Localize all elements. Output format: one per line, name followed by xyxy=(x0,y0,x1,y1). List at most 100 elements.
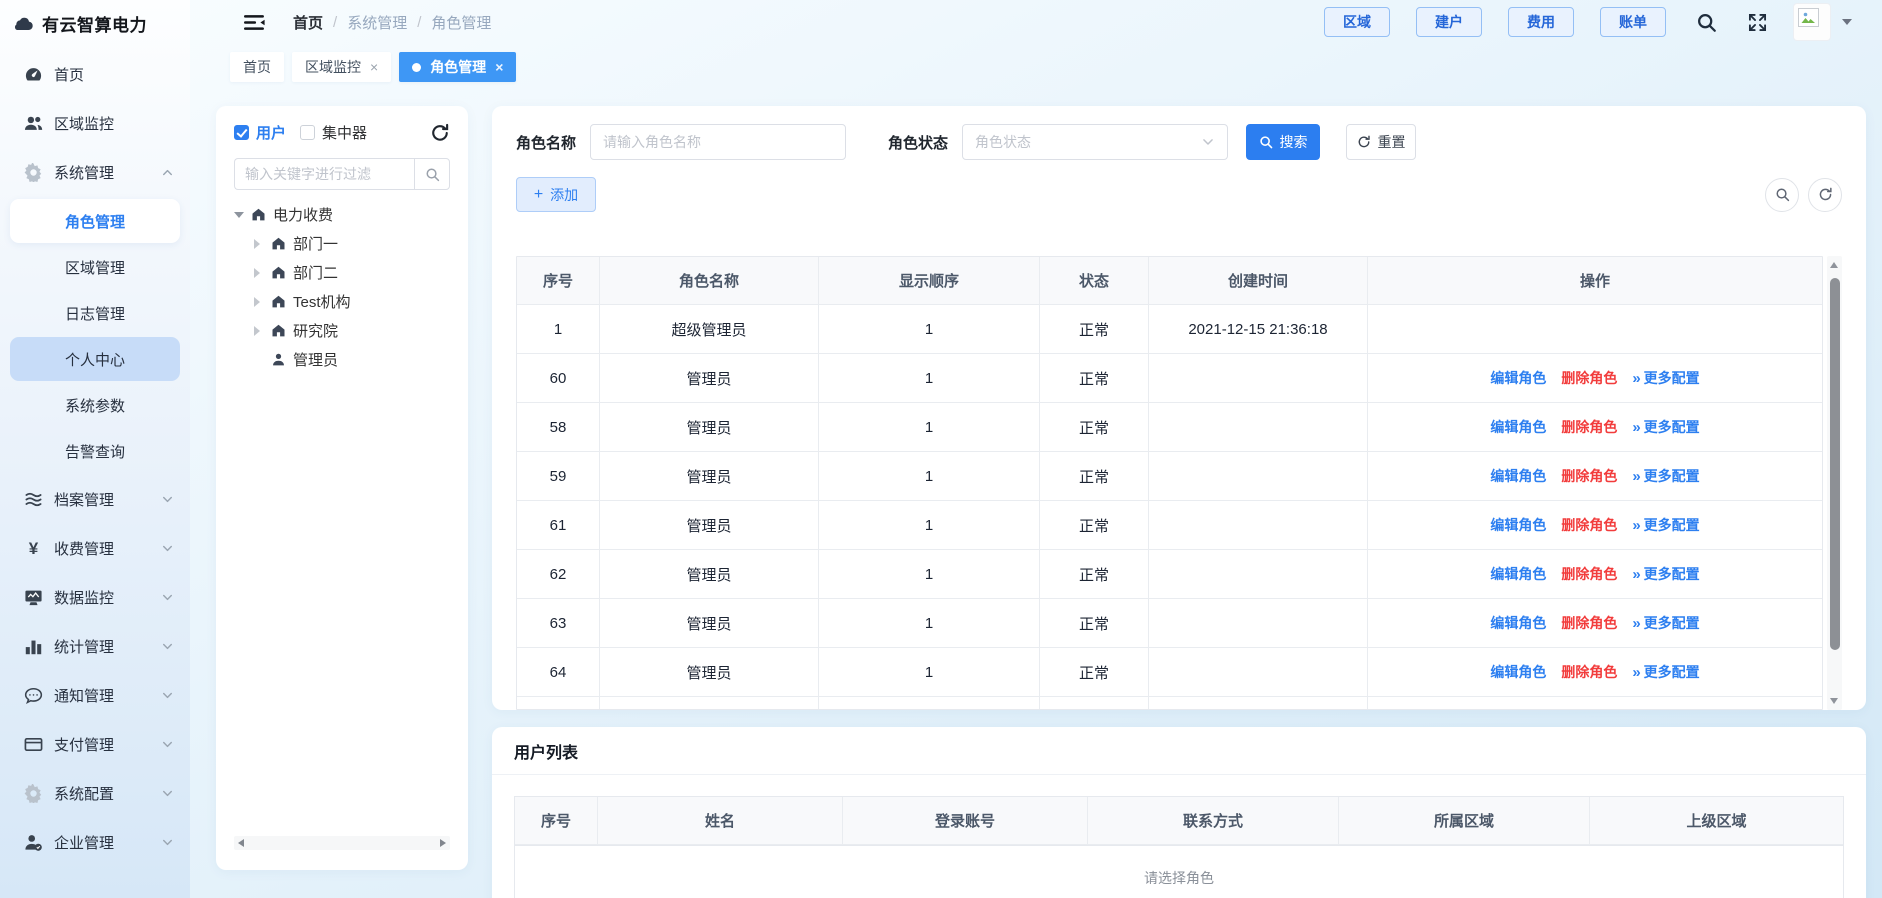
tree-filter-input[interactable] xyxy=(234,158,414,190)
tab-role-manage[interactable]: 角色管理× xyxy=(399,52,516,82)
delete-role-link[interactable]: 删除角色 xyxy=(1561,613,1617,633)
tree-collapse-icon[interactable] xyxy=(234,212,251,218)
sidebar-subitem-system-params[interactable]: 系统参数 xyxy=(10,383,180,427)
more-config-link[interactable]: »更多配置 xyxy=(1632,613,1699,633)
edit-role-link[interactable]: 编辑角色 xyxy=(1490,368,1546,388)
role-table-row[interactable]: 62管理员1正常编辑角色删除角色»更多配置 xyxy=(517,550,1822,599)
chevron-down-icon[interactable] xyxy=(1842,19,1852,25)
sidebar-item-data-monitor[interactable]: 数据监控 xyxy=(0,573,190,622)
table-refresh-button[interactable] xyxy=(1808,178,1842,212)
breadcrumb-item[interactable]: 角色管理 xyxy=(431,12,491,33)
sidebar-item-system-manage[interactable]: 系统管理 xyxy=(0,148,190,197)
tree-expand-icon[interactable] xyxy=(254,239,271,249)
sidebar-item-region-monitor[interactable]: 区域监控 xyxy=(0,99,190,148)
edit-role-link[interactable]: 编辑角色 xyxy=(1490,662,1546,682)
edit-role-link[interactable]: 编辑角色 xyxy=(1490,515,1546,535)
role-status-select[interactable]: 角色状态 xyxy=(962,124,1228,160)
role-table-row[interactable]: 58管理员1正常编辑角色删除角色»更多配置 xyxy=(517,403,1822,452)
vertical-scrollbar[interactable] xyxy=(1827,256,1842,710)
plus-icon: + xyxy=(534,187,543,203)
user-checkbox-label[interactable]: 用户 xyxy=(256,122,286,143)
sidebar-subitem-personal-center[interactable]: 个人中心 xyxy=(10,337,180,381)
refresh-icon[interactable] xyxy=(430,123,450,143)
edit-role-link[interactable]: 编辑角色 xyxy=(1490,564,1546,584)
tree-node-research-institute[interactable]: 研究院 xyxy=(234,316,450,345)
add-role-button[interactable]: + 添加 xyxy=(516,177,596,212)
edit-role-link[interactable]: 编辑角色 xyxy=(1490,613,1546,633)
tree-node-power-fee[interactable]: 电力收费 xyxy=(234,200,450,229)
tab-home[interactable]: 首页 xyxy=(230,52,284,82)
tree-node-dept-2[interactable]: 部门二 xyxy=(234,258,450,287)
sidebar-item-enterprise-manage[interactable]: 企业管理 xyxy=(0,818,190,867)
delete-role-link[interactable]: 删除角色 xyxy=(1561,564,1617,584)
tree-expand-icon[interactable] xyxy=(254,268,271,278)
role-name-input[interactable] xyxy=(590,124,846,160)
more-config-link[interactable]: »更多配置 xyxy=(1632,417,1699,437)
horizontal-scrollbar[interactable] xyxy=(234,836,450,850)
scroll-down-icon[interactable] xyxy=(1830,698,1838,704)
concentrator-checkbox[interactable] xyxy=(300,125,315,140)
role-table-row[interactable]: 61管理员1正常编辑角色删除角色»更多配置 xyxy=(517,501,1822,550)
sidebar-item-payment-manage[interactable]: 支付管理 xyxy=(0,720,190,769)
sidebar-item-label: 支付管理 xyxy=(54,734,114,755)
quick-button-fee[interactable]: 费用 xyxy=(1508,7,1574,37)
fullscreen-icon[interactable] xyxy=(1747,12,1768,33)
tab-region-monitor[interactable]: 区域监控× xyxy=(292,52,391,82)
role-table: 序号角色名称显示顺序状态创建时间操作1超级管理员1正常2021-12-15 21… xyxy=(516,256,1823,710)
user-checkbox[interactable] xyxy=(234,125,249,140)
quick-button-region[interactable]: 区域 xyxy=(1324,7,1390,37)
sidebar-item-fee-manage[interactable]: ¥收费管理 xyxy=(0,524,190,573)
edit-role-link[interactable]: 编辑角色 xyxy=(1490,466,1546,486)
sidebar-subitem-log-manage[interactable]: 日志管理 xyxy=(10,291,180,335)
delete-role-link[interactable]: 删除角色 xyxy=(1561,515,1617,535)
close-icon[interactable]: × xyxy=(495,60,503,74)
scroll-up-icon[interactable] xyxy=(1830,262,1838,268)
sidebar-item-system-config[interactable]: 系统配置 xyxy=(0,769,190,818)
role-table-row[interactable]: 63管理员1正常编辑角色删除角色»更多配置 xyxy=(517,599,1822,648)
sidebar-subitem-role-manage[interactable]: 角色管理 xyxy=(10,199,180,243)
more-config-link[interactable]: »更多配置 xyxy=(1632,515,1699,535)
avatar[interactable] xyxy=(1794,4,1830,40)
concentrator-checkbox-label[interactable]: 集中器 xyxy=(322,122,367,143)
table-search-toggle-button[interactable] xyxy=(1765,178,1799,212)
search-icon[interactable] xyxy=(1696,12,1717,33)
quick-button-create-account[interactable]: 建户 xyxy=(1416,7,1482,37)
delete-role-link[interactable]: 删除角色 xyxy=(1561,368,1617,388)
scroll-left-icon[interactable] xyxy=(238,839,244,847)
tree-expand-icon[interactable] xyxy=(254,326,271,336)
quick-button-bill[interactable]: 账单 xyxy=(1600,7,1666,37)
role-table-row[interactable]: 1超级管理员1正常2021-12-15 21:36:18 xyxy=(517,305,1822,354)
role-table-row[interactable]: 64管理员1正常编辑角色删除角色»更多配置 xyxy=(517,648,1822,697)
search-button[interactable]: 搜索 xyxy=(1246,124,1320,160)
tree-expand-icon[interactable] xyxy=(254,297,271,307)
sidebar-subitem-alarm-query[interactable]: 告警查询 xyxy=(10,429,180,473)
breadcrumb-item[interactable]: 系统管理 xyxy=(347,12,407,33)
reset-button[interactable]: 重置 xyxy=(1346,124,1416,160)
sidebar-item-notice-manage[interactable]: 通知管理 xyxy=(0,671,190,720)
breadcrumb-item[interactable]: 首页 xyxy=(293,12,323,33)
role-table-row[interactable]: 59管理员1正常编辑角色删除角色»更多配置 xyxy=(517,452,1822,501)
scroll-right-icon[interactable] xyxy=(440,839,446,847)
more-config-link[interactable]: »更多配置 xyxy=(1632,368,1699,388)
delete-role-link[interactable]: 删除角色 xyxy=(1561,466,1617,486)
role-table-row[interactable]: 60管理员1正常编辑角色删除角色»更多配置 xyxy=(517,354,1822,403)
sidebar-collapse-icon[interactable] xyxy=(244,14,265,31)
sidebar-item-home[interactable]: 首页 xyxy=(0,50,190,99)
user-badge-icon xyxy=(24,833,43,852)
tree-node-admin[interactable]: 管理员 xyxy=(234,345,450,374)
more-config-link[interactable]: »更多配置 xyxy=(1632,466,1699,486)
more-config-link[interactable]: »更多配置 xyxy=(1632,662,1699,682)
tree-node-dept-1[interactable]: 部门一 xyxy=(234,229,450,258)
delete-role-link[interactable]: 删除角色 xyxy=(1561,417,1617,437)
more-config-link[interactable]: »更多配置 xyxy=(1632,564,1699,584)
edit-role-link[interactable]: 编辑角色 xyxy=(1490,417,1546,437)
sidebar-subitem-region-manage[interactable]: 区域管理 xyxy=(10,245,180,289)
close-icon[interactable]: × xyxy=(370,60,378,74)
sidebar-item-archive-manage[interactable]: 档案管理 xyxy=(0,475,190,524)
scrollbar-thumb[interactable] xyxy=(1830,278,1840,650)
monitor-icon xyxy=(24,588,43,607)
tree-filter-search-button[interactable] xyxy=(414,158,450,190)
tree-node-test-org[interactable]: Test机构 xyxy=(234,287,450,316)
sidebar-item-stats-manage[interactable]: 统计管理 xyxy=(0,622,190,671)
delete-role-link[interactable]: 删除角色 xyxy=(1561,662,1617,682)
